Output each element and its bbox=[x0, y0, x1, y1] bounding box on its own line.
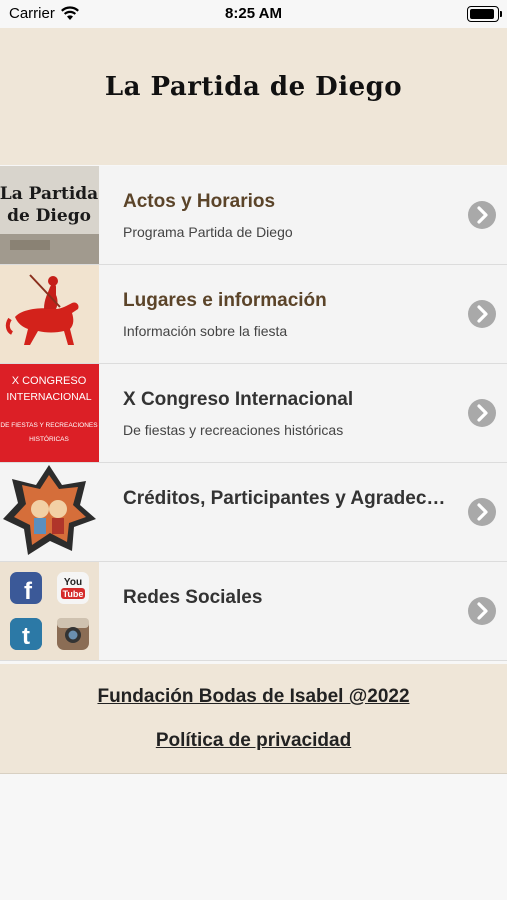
chevron-right-icon bbox=[468, 201, 496, 229]
svg-text:t: t bbox=[22, 623, 30, 650]
menu-item-subtitle: Programa Partida de Diego bbox=[123, 224, 293, 240]
menu-item-title: Actos y Horarios bbox=[123, 191, 276, 212]
menu-item-subtitle: Información sobre la fiesta bbox=[123, 323, 288, 339]
menu-item-title: Créditos, Participantes y Agradec… bbox=[123, 488, 446, 509]
battery-icon bbox=[467, 6, 502, 22]
chevron-right-icon bbox=[468, 300, 496, 328]
chevron-right-icon bbox=[468, 597, 496, 625]
menu-item-congreso[interactable]: X CONGRESO INTERNACIONAL DE FIESTAS Y RE… bbox=[0, 364, 507, 463]
app-title: La Partida de Diego bbox=[104, 72, 403, 102]
privacy-policy-link[interactable]: Política de privacidad bbox=[0, 730, 507, 752]
thumb-title-line-1: La Partida bbox=[0, 184, 98, 204]
instagram-icon bbox=[57, 618, 89, 650]
thumb-line-4: HISTÓRICAS bbox=[29, 434, 69, 443]
menu-list: La Partida de Diego Actos y Horarios Pro… bbox=[0, 166, 507, 661]
chevron-right-icon bbox=[468, 498, 496, 526]
program-thumbnail: La Partida de Diego bbox=[0, 166, 99, 264]
thumb-title-line-2: de Diego bbox=[7, 206, 91, 226]
menu-item-lugares[interactable]: Lugares e información Información sobre … bbox=[0, 265, 507, 364]
menu-item-redes-sociales[interactable]: f You Tube t Redes Sociales bbox=[0, 562, 507, 661]
foundation-link[interactable]: Fundación Bodas de Isabel @2022 bbox=[0, 686, 507, 708]
social-icons-thumbnail: f You Tube t bbox=[0, 562, 99, 660]
menu-item-title: X Congreso Internacional bbox=[123, 389, 354, 410]
menu-item-actos-y-horarios[interactable]: La Partida de Diego Actos y Horarios Pro… bbox=[0, 166, 507, 265]
thumb-line-3: DE FIESTAS Y RECREACIONES bbox=[0, 422, 98, 429]
star-emblem-icon bbox=[0, 463, 99, 561]
menu-item-title: Redes Sociales bbox=[123, 587, 263, 608]
svg-text:f: f bbox=[24, 578, 33, 605]
status-bar: Carrier 8:25 AM bbox=[0, 0, 507, 28]
menu-item-title: Lugares e información bbox=[123, 290, 327, 311]
header: La Partida de Diego bbox=[0, 28, 507, 165]
facebook-icon: f bbox=[10, 572, 42, 605]
congress-thumbnail: X CONGRESO INTERNACIONAL DE FIESTAS Y RE… bbox=[0, 364, 99, 462]
horseman-icon bbox=[0, 265, 99, 363]
footer: Fundación Bodas de Isabel @2022 Política… bbox=[0, 664, 507, 774]
youtube-you: You bbox=[64, 577, 82, 588]
menu-item-creditos[interactable]: Créditos, Participantes y Agradec… bbox=[0, 463, 507, 562]
thumb-line-1: X CONGRESO bbox=[12, 375, 87, 387]
clock: 8:25 AM bbox=[225, 5, 282, 22]
thumb-line-2: INTERNACIONAL bbox=[6, 391, 91, 403]
chevron-right-icon bbox=[468, 399, 496, 427]
menu-item-subtitle: De fiestas y recreaciones históricas bbox=[123, 422, 344, 438]
youtube-icon: You Tube bbox=[57, 572, 89, 604]
youtube-tube: Tube bbox=[63, 589, 84, 599]
tumblr-icon: t bbox=[10, 618, 42, 650]
